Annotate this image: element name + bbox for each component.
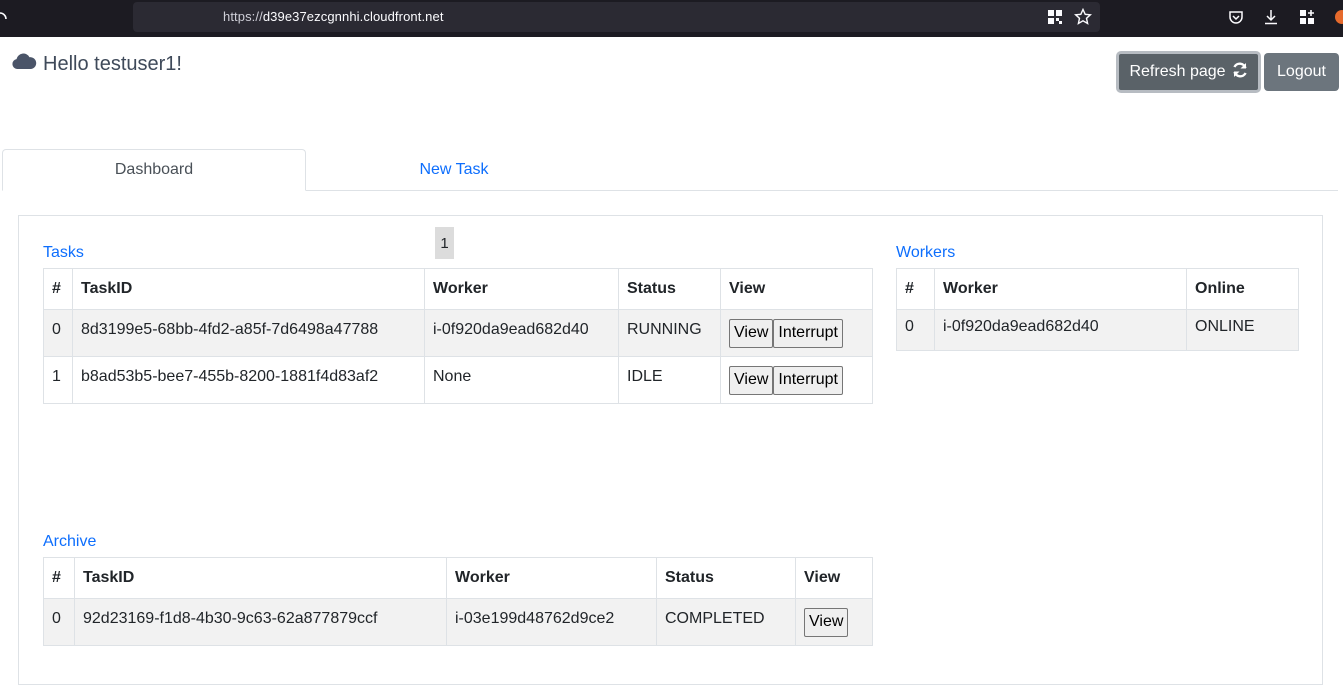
logout-button[interactable]: Logout [1264,53,1339,91]
pocket-icon[interactable] [1226,7,1246,27]
col-view: View [795,557,873,599]
col-index: # [43,557,75,599]
tab-dashboard[interactable]: Dashboard [2,149,306,191]
task-id: 8d3199e5-68bb-4fd2-a85f-7d6498a47788 [81,321,379,338]
view-button[interactable]: View [729,365,774,395]
archive-task-id: 92d23169-f1d8-4b30-9c63-62a877879ccf [83,610,378,627]
profile-icon[interactable] [1334,8,1343,26]
archive-table: # TaskID Worker Status View 0 92d23169-f… [43,557,873,646]
qr-code-icon[interactable] [1046,8,1064,26]
address-bar[interactable]: https://d39e37ezcgnnhi.cloudfront.net [133,2,1100,32]
archive-title[interactable]: Archive [43,533,96,551]
worker-online-status: ONLINE [1195,318,1255,335]
tab-new-task[interactable]: New Task [302,149,606,191]
task-index: 1 [52,368,61,385]
workers-header-row: # Worker Online [896,268,1299,310]
extensions-icon[interactable] [1297,7,1317,27]
task-worker: None [433,368,472,385]
col-task-id: TaskID [74,557,447,599]
task-index: 0 [52,321,61,338]
task-status: RUNNING [627,321,702,338]
archive-header-row: # TaskID Worker Status View [43,557,873,599]
url-host: d39e37ezcgnnhi.cloudfront.net [262,9,444,24]
col-worker: Worker [424,268,619,310]
table-row: 1 b8ad53b5-bee7-455b-8200-1881f4d83af2 N… [43,356,873,404]
tasks-title[interactable]: Tasks [43,244,84,262]
table-row: 0 i-0f920da9ead682d40 ONLINE [896,309,1299,351]
url-text[interactable]: https://d39e37ezcgnnhi.cloudfront.net [223,9,444,24]
task-id: b8ad53b5-bee7-455b-8200-1881f4d83af2 [81,368,379,385]
col-index: # [43,268,73,310]
col-view: View [720,268,873,310]
col-worker: Worker [446,557,657,599]
archive-status: COMPLETED [665,610,765,627]
interrupt-button[interactable]: Interrupt [773,318,843,348]
refresh-icon [1232,62,1248,83]
col-task-id: TaskID [72,268,425,310]
col-index: # [896,268,935,310]
downloads-icon[interactable] [1261,7,1281,27]
task-status: IDLE [627,368,663,385]
refresh-label: Refresh page [1129,63,1226,80]
table-row: 0 92d23169-f1d8-4b30-9c63-62a877879ccf i… [43,598,873,646]
greeting-text: Hello testuser1! [43,52,182,75]
cloud-icon [11,52,43,76]
tasks-page-number[interactable]: 1 [435,227,454,259]
col-worker: Worker [934,268,1187,310]
refresh-page-button[interactable]: Refresh page [1116,51,1261,93]
browser-toolbar: https://d39e37ezcgnnhi.cloudfront.net [0,0,1343,37]
col-status: Status [656,557,796,599]
reload-icon[interactable] [0,9,8,27]
workers-title[interactable]: Workers [896,244,955,262]
url-scheme: https:// [223,9,263,24]
col-online: Online [1186,268,1299,310]
interrupt-button[interactable]: Interrupt [773,365,843,395]
greeting: Hello testuser1! [11,52,182,76]
col-status: Status [618,268,721,310]
worker-id: i-0f920da9ead682d40 [943,318,1099,335]
task-worker: i-0f920da9ead682d40 [433,321,589,338]
table-row: 0 8d3199e5-68bb-4fd2-a85f-7d6498a47788 i… [43,309,873,357]
worker-index: 0 [905,318,914,335]
tasks-header-row: # TaskID Worker Status View [43,268,873,310]
archive-worker: i-03e199d48762d9ce2 [455,610,615,627]
workers-table: # Worker Online 0 i-0f920da9ead682d40 ON… [896,268,1299,351]
archive-index: 0 [52,610,61,627]
view-button[interactable]: View [729,318,774,348]
view-button[interactable]: View [804,607,849,637]
tasks-table: # TaskID Worker Status View 0 8d3199e5-6… [43,268,873,404]
bookmark-star-icon[interactable] [1073,7,1093,27]
